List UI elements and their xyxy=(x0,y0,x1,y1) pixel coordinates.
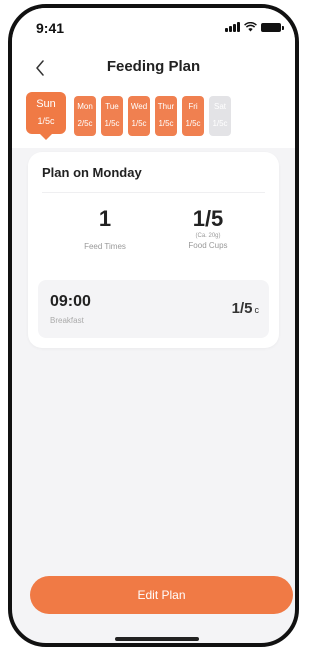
day-selector: Sun 1/5c Mon 2/5c Tue 1/5c Wed 1/5c Thur… xyxy=(12,88,295,148)
day-chip-thur[interactable]: Thur 1/5c xyxy=(155,96,177,136)
meal-amount-value: 1/5 xyxy=(231,300,253,317)
feed-times-value: 1 xyxy=(98,206,112,231)
status-time: 9:41 xyxy=(36,20,65,36)
plan-title: Plan on Monday xyxy=(42,165,142,180)
day-name: Thur xyxy=(157,102,175,111)
status-icons xyxy=(225,22,284,32)
day-amount: 1/5c xyxy=(104,119,120,128)
meal-amount: 1/5 c xyxy=(232,300,259,317)
day-chip-fri[interactable]: Fri 1/5c xyxy=(182,96,204,136)
day-name: Sun xyxy=(36,98,56,110)
nav-bar: Feeding Plan xyxy=(12,48,295,88)
status-bar: 9:41 xyxy=(12,8,295,48)
day-name: Fri xyxy=(188,102,198,111)
day-chip-mon[interactable]: Mon 2/5c xyxy=(74,96,96,136)
edit-plan-button[interactable]: Edit Plan xyxy=(30,576,293,614)
feed-times-stat: 1 Feed Times xyxy=(50,206,160,252)
day-amount: 1/5c xyxy=(131,119,147,128)
meal-name: Breakfast xyxy=(50,316,84,325)
home-indicator xyxy=(115,637,199,641)
battery-icon xyxy=(261,22,284,32)
day-chip-sun[interactable]: Sun 1/5c xyxy=(26,92,66,140)
phone-frame: 9:41 Feeding Plan Sun 1/5c Mon 2/5c Tue … xyxy=(8,4,299,647)
day-chip-tue[interactable]: Tue 1/5c xyxy=(101,96,123,136)
day-amount: 1/5c xyxy=(158,119,174,128)
food-cups-value: 1/5 xyxy=(192,206,224,231)
signal-icon xyxy=(225,22,240,32)
plan-card: Plan on Monday 1 Feed Times 1/5 (Ca. 20g… xyxy=(28,152,279,348)
feed-times-label: Feed Times xyxy=(84,242,126,251)
day-amount: 1/5c xyxy=(185,119,201,128)
day-amount: 1/5c xyxy=(37,116,55,126)
food-cups-label: Food Cups xyxy=(188,241,228,250)
day-chip-sat[interactable]: Sat 1/5c xyxy=(209,96,231,136)
meal-row-breakfast[interactable]: 09:00 Breakfast 1/5 c xyxy=(38,280,269,338)
meal-time: 09:00 xyxy=(50,293,91,310)
day-name: Tue xyxy=(105,102,119,111)
day-name: Mon xyxy=(77,102,93,111)
meal-amount-unit: c xyxy=(254,305,260,315)
day-amount: 1/5c xyxy=(212,119,228,128)
wifi-icon xyxy=(244,22,257,32)
page-title: Feeding Plan xyxy=(106,58,201,75)
day-chip-wed[interactable]: Wed 1/5c xyxy=(128,96,150,136)
food-cups-weight: (Ca. 20g) xyxy=(195,233,221,239)
food-cups-stat: 1/5 (Ca. 20g) Food Cups xyxy=(153,206,263,251)
day-name: Wed xyxy=(130,102,148,111)
day-name: Sat xyxy=(213,102,226,111)
card-divider xyxy=(42,192,265,193)
day-amount: 2/5c xyxy=(77,119,93,128)
